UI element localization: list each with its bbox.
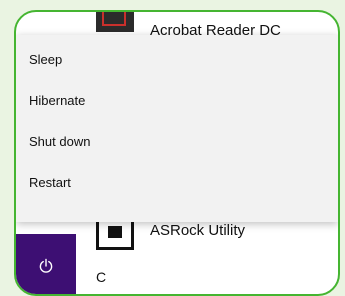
menu-item-sleep[interactable]: Sleep — [16, 39, 338, 80]
power-options-menu: Sleep Hibernate Shut down Restart — [16, 35, 338, 222]
acrobat-app-icon[interactable] — [96, 12, 134, 32]
section-letter-header[interactable]: C — [96, 269, 106, 285]
menu-item-shut-down[interactable]: Shut down — [16, 121, 338, 162]
acrobat-logo-mark — [102, 12, 126, 26]
menu-item-hibernate[interactable]: Hibernate — [16, 80, 338, 121]
start-menu-frame: Acrobat Reader DC ASRock Utility C Sleep… — [14, 10, 340, 296]
menu-item-restart[interactable]: Restart — [16, 162, 338, 203]
power-icon — [39, 258, 53, 273]
asrock-app-label[interactable]: ASRock Utility — [150, 222, 245, 239]
asrock-logo-mark — [108, 226, 122, 238]
power-button[interactable] — [16, 234, 76, 294]
